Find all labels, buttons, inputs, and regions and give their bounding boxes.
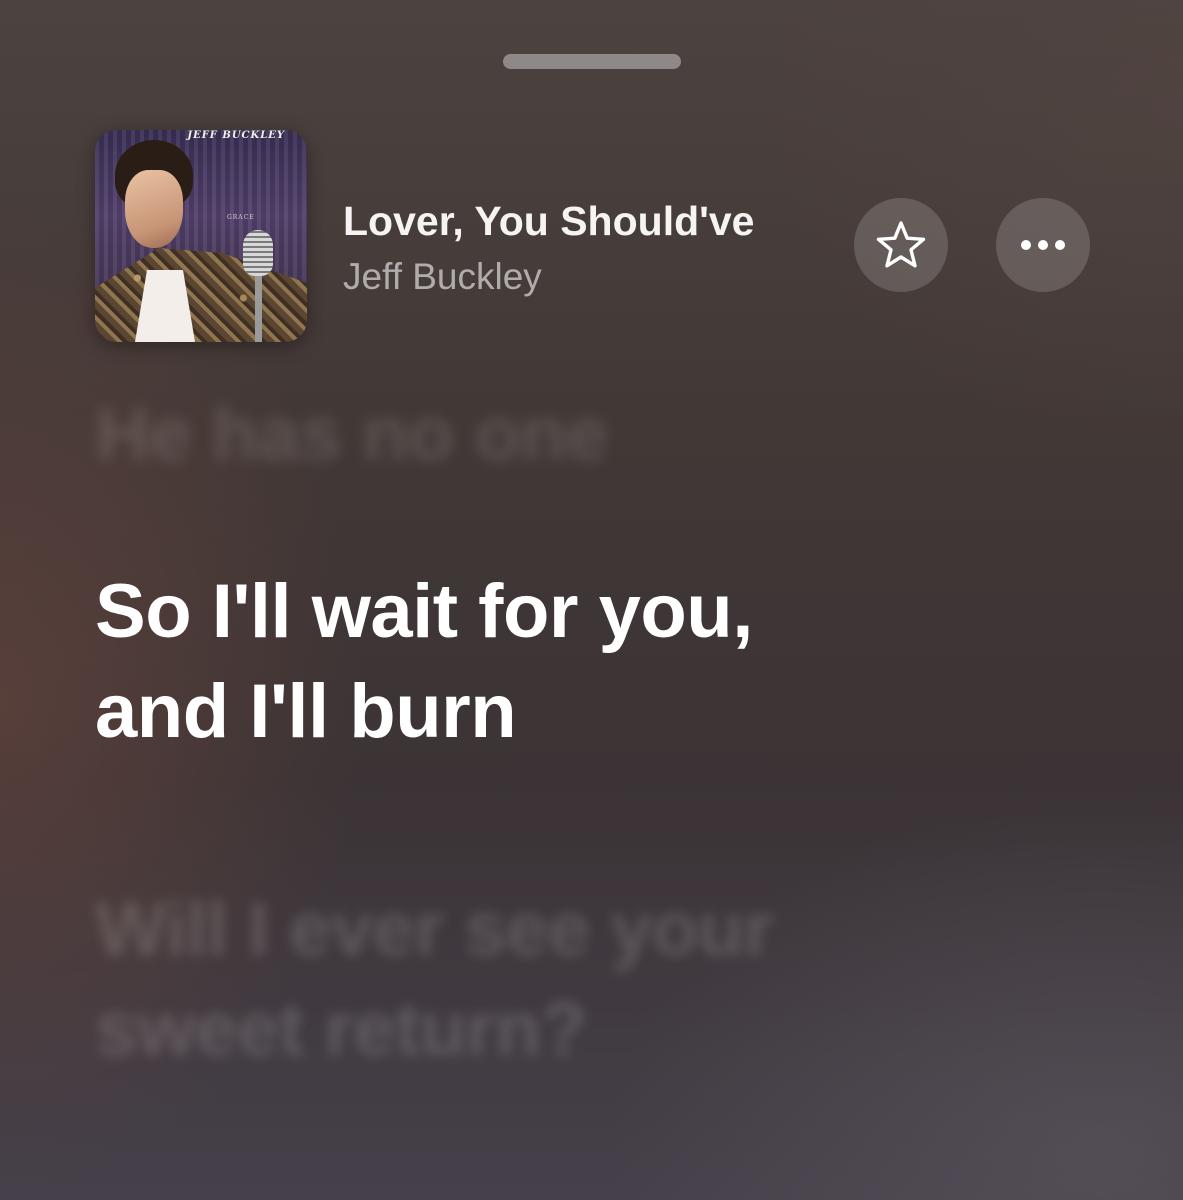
- lyric-line: Will I ever see your: [95, 887, 773, 972]
- sheet-grabber[interactable]: [503, 54, 681, 69]
- song-title: Lover, You Should've: [343, 198, 755, 244]
- album-art-artist-lettering: JEFF BUCKLEY: [187, 130, 285, 141]
- album-art-album-lettering: GRACE: [227, 214, 255, 221]
- lyric-previous-line[interactable]: He has no one: [95, 385, 1095, 485]
- ellipsis-icon: [1021, 240, 1065, 250]
- artist-name[interactable]: Jeff Buckley: [343, 253, 542, 301]
- lyric-line: and I'll burn: [95, 669, 517, 754]
- lyric-line: So I'll wait for you,: [95, 569, 753, 654]
- star-icon: [876, 221, 926, 268]
- more-options-button[interactable]: [996, 198, 1090, 292]
- album-art-microphone: [243, 230, 273, 276]
- lyric-next-line[interactable]: Will I ever see your sweet return?: [95, 880, 1095, 1080]
- album-art-mic-stand: [255, 274, 262, 342]
- lyric-current-line[interactable]: So I'll wait for you, and I'll burn: [95, 562, 1095, 762]
- album-art[interactable]: JEFF BUCKLEY GRACE: [95, 130, 307, 342]
- lyric-line: sweet return?: [95, 987, 587, 1072]
- album-art-figure-face: [125, 170, 183, 248]
- lyric-line: He has no one: [95, 392, 608, 477]
- favorite-button[interactable]: [854, 198, 948, 292]
